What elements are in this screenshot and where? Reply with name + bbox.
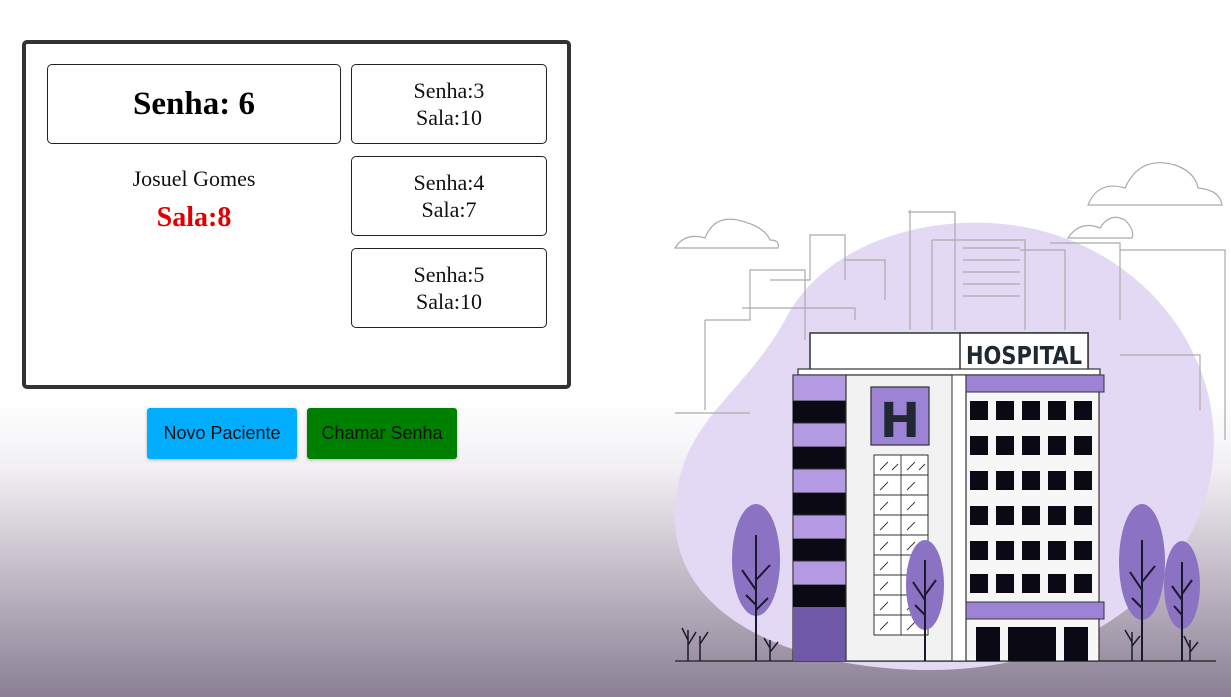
history-item: Senha:3 Sala:10: [351, 64, 547, 144]
new-patient-button[interactable]: Novo Paciente: [147, 408, 297, 459]
call-panel: Senha: 6 Josuel Gomes Sala:8 Senha:3 Sal…: [22, 40, 571, 389]
ticket-history: Senha:3 Sala:10 Senha:4 Sala:7 Senha:5 S…: [351, 64, 547, 340]
history-ticket: Senha:3: [413, 78, 485, 103]
patient-room: Sala:8: [156, 202, 232, 233]
history-room: Sala:10: [416, 289, 482, 314]
h-sign: H: [880, 393, 920, 449]
hospital-illustration: HOSPITAL H: [673, 162, 1226, 670]
current-ticket-box: Senha: 6: [47, 64, 341, 144]
history-item: Senha:5 Sala:10: [351, 248, 547, 328]
hospital-sign: HOSPITAL: [966, 341, 1082, 370]
history-item: Senha:4 Sala:7: [351, 156, 547, 236]
history-ticket: Senha:4: [413, 170, 485, 195]
patient-name: Josuel Gomes: [132, 166, 256, 191]
history-room: Sala:10: [416, 105, 482, 130]
history-ticket: Senha:5: [413, 262, 485, 287]
history-room: Sala:7: [421, 197, 477, 222]
current-ticket: Senha: 6: [133, 85, 255, 122]
call-ticket-button[interactable]: Chamar Senha: [307, 408, 457, 459]
